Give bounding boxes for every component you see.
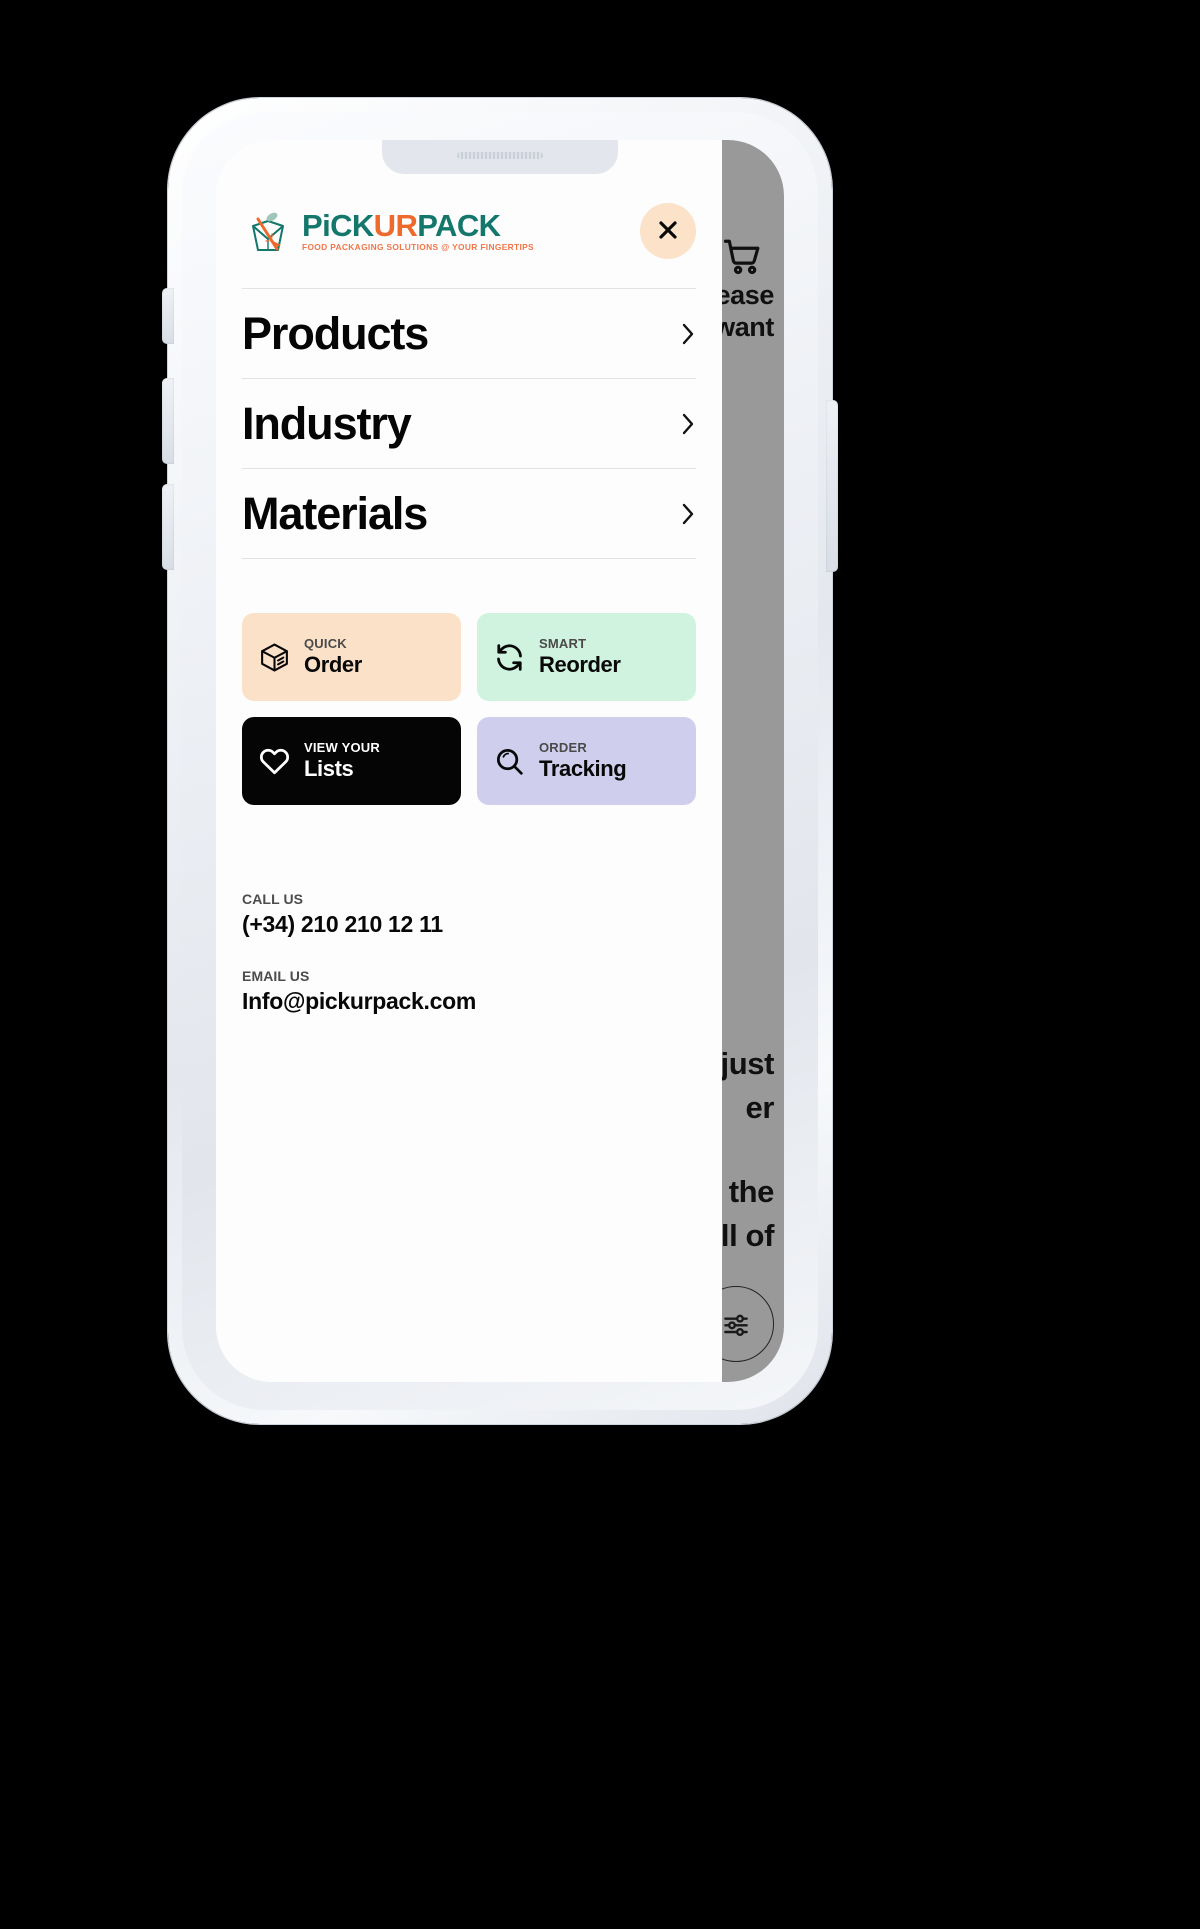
phone-volume-up-button[interactable] xyxy=(162,378,174,464)
email-us-group: EMAIL US Info@pickurpack.com xyxy=(242,968,696,1017)
mobile-navigation-drawer: PiCKURPACK FOOD PACKAGING SOLUTIONS @ YO… xyxy=(216,140,722,1382)
close-x-icon xyxy=(656,218,680,245)
phone-notch xyxy=(382,140,618,174)
chevron-right-icon xyxy=(680,500,696,528)
contact-block: CALL US (+34) 210 210 12 11 EMAIL US Inf… xyxy=(242,891,696,1017)
phone-mute-switch[interactable] xyxy=(162,288,174,344)
card-eyebrow: SMART xyxy=(539,636,587,652)
quick-order-card[interactable]: QUICK Order xyxy=(242,613,461,701)
view-lists-card[interactable]: VIEW YOUR Lists xyxy=(242,717,461,805)
cube-box-icon xyxy=(258,641,291,674)
card-text-block: QUICK Order xyxy=(304,636,362,677)
phone-screen: ease want just er the ll of PiCKURPACK F… xyxy=(216,140,784,1382)
refresh-cycle-icon xyxy=(493,641,526,674)
nav-item-label: Industry xyxy=(242,398,412,449)
nav-item-materials[interactable]: Materials xyxy=(242,469,696,559)
takeout-box-with-leaf-and-cursor-icon xyxy=(242,205,294,257)
brand-wordmark: PiCKURPACK xyxy=(302,210,534,241)
order-tracking-card[interactable]: ORDER Tracking xyxy=(477,717,696,805)
quick-action-grid: QUICK Order SMART Reorder VIEW YOUR List… xyxy=(242,613,696,805)
phone-number-link[interactable]: (+34) 210 210 12 11 xyxy=(242,909,696,940)
chevron-right-icon xyxy=(680,410,696,438)
brand-word-pack: PACK xyxy=(417,208,501,244)
brand-logo-text: PiCKURPACK FOOD PACKAGING SOLUTIONS @ YO… xyxy=(302,210,534,251)
brand-word-pick: PiCK xyxy=(302,208,374,244)
brand-word-ur: UR xyxy=(373,208,418,244)
phone-volume-down-button[interactable] xyxy=(162,484,174,570)
card-title: Tracking xyxy=(539,755,627,781)
card-eyebrow: ORDER xyxy=(539,740,587,756)
card-title: Order xyxy=(304,651,362,677)
brand-logo[interactable]: PiCKURPACK FOOD PACKAGING SOLUTIONS @ YO… xyxy=(242,205,534,257)
screenshot-stage: ease want just er the ll of PiCKURPACK F… xyxy=(0,0,1200,1929)
nav-item-label: Products xyxy=(242,308,429,359)
magnifier-search-icon xyxy=(493,745,526,778)
nav-item-label: Materials xyxy=(242,488,428,539)
close-menu-button[interactable] xyxy=(640,203,696,259)
card-text-block: VIEW YOUR Lists xyxy=(304,740,380,781)
nav-item-industry[interactable]: Industry xyxy=(242,379,696,469)
card-title: Reorder xyxy=(539,651,621,677)
call-us-label: CALL US xyxy=(242,891,304,907)
email-address-link[interactable]: Info@pickurpack.com xyxy=(242,986,696,1017)
card-eyebrow: QUICK xyxy=(304,636,347,652)
earpiece-speaker-grille xyxy=(457,152,543,159)
call-us-group: CALL US (+34) 210 210 12 11 xyxy=(242,891,696,940)
nav-item-products[interactable]: Products xyxy=(242,289,696,379)
brand-tagline: FOOD PACKAGING SOLUTIONS @ YOUR FINGERTI… xyxy=(302,242,534,253)
heart-icon xyxy=(258,745,291,778)
chevron-right-icon xyxy=(680,320,696,348)
smart-reorder-card[interactable]: SMART Reorder xyxy=(477,613,696,701)
phone-power-button[interactable] xyxy=(826,400,838,572)
card-text-block: SMART Reorder xyxy=(539,636,621,677)
card-text-block: ORDER Tracking xyxy=(539,740,627,781)
drawer-nav-list: Products Industry Materials xyxy=(242,288,696,559)
card-title: Lists xyxy=(304,755,354,781)
card-eyebrow: VIEW YOUR xyxy=(304,740,380,756)
email-us-label: EMAIL US xyxy=(242,967,310,984)
background-dim-overlay xyxy=(720,140,784,1382)
